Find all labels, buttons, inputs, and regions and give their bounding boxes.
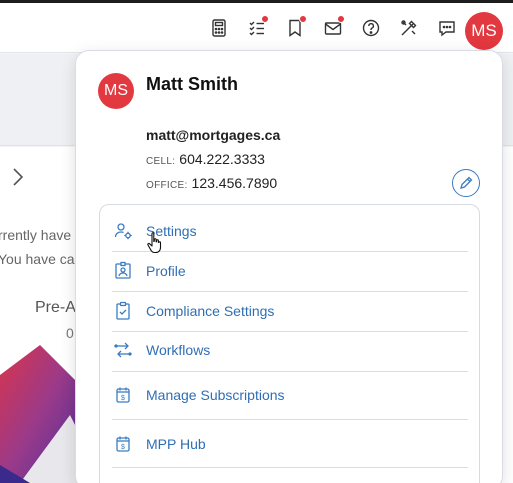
office-phone-row: OFFICE: 123.456.7890 — [146, 175, 277, 191]
menu-item-workflows[interactable]: Workflows — [112, 331, 468, 369]
background-text-line: You have car — [0, 251, 80, 267]
cell-value: 604.222.3333 — [179, 151, 265, 167]
menu-item-compliance-settings[interactable]: Compliance Settings — [112, 292, 468, 330]
cell-phone-row: CELL: 604.222.3333 — [146, 151, 265, 167]
menu-item-label: Profile — [146, 263, 186, 279]
user-name: Matt Smith — [146, 74, 238, 94]
chevron-right-icon[interactable] — [10, 166, 26, 188]
menu-item-label: Workflows — [146, 342, 211, 358]
id-badge-icon — [112, 260, 134, 282]
background-graphic — [0, 345, 80, 483]
notification-dot — [261, 15, 269, 23]
checklist-icon[interactable] — [245, 15, 269, 40]
user-email: matt@mortgages.ca — [146, 127, 281, 143]
divider — [112, 371, 468, 372]
divider — [112, 467, 468, 468]
user-menu-dropdown: MS Matt Smith matt@mortgages.ca CELL: 604… — [75, 50, 503, 483]
pencil-icon — [460, 176, 473, 189]
menu-item-profile[interactable]: Profile — [112, 252, 468, 290]
edit-profile-button[interactable] — [452, 169, 480, 197]
menu-item-mpp-hub[interactable]: $ MPP Hub — [112, 425, 468, 463]
subscription-icon: $ — [112, 384, 134, 406]
header-bar: MS — [0, 3, 513, 53]
hub-icon: $ — [112, 433, 134, 455]
avatar: MS — [98, 73, 134, 109]
user-settings-icon — [112, 220, 134, 242]
notification-dot — [299, 15, 307, 23]
menu-item-manage-subscriptions[interactable]: $ Manage Subscriptions — [112, 376, 468, 414]
avatar-initials: MS — [471, 21, 497, 40]
hand-cursor-icon — [146, 231, 164, 255]
menu-item-label: MPP Hub — [146, 436, 206, 452]
cell-label: CELL: — [146, 156, 176, 167]
calculator-icon[interactable] — [207, 16, 231, 40]
chat-icon[interactable] — [435, 16, 459, 40]
svg-text:$: $ — [121, 395, 125, 402]
office-label: OFFICE: — [146, 180, 188, 191]
office-value: 123.456.7890 — [191, 175, 278, 191]
background-stat-label: Pre-A — [35, 299, 76, 316]
notification-dot — [337, 15, 345, 23]
background-text-line: rrently have — [0, 227, 72, 243]
menu-item-settings[interactable]: Settings — [112, 212, 468, 250]
svg-text:$: $ — [121, 444, 125, 451]
workflow-icon — [112, 339, 134, 361]
avatar-initials: MS — [104, 82, 128, 99]
help-icon[interactable] — [359, 16, 383, 40]
bookmark-icon[interactable] — [283, 15, 307, 40]
tools-icon[interactable] — [397, 16, 421, 40]
user-avatar-button[interactable]: MS — [465, 12, 503, 50]
background-stat-value: 0 — [66, 325, 74, 341]
mail-icon[interactable] — [321, 15, 345, 40]
divider — [112, 419, 468, 420]
menu-item-label: Compliance Settings — [146, 303, 275, 319]
menu-item-label: Manage Subscriptions — [146, 387, 285, 403]
clipboard-check-icon — [112, 300, 134, 322]
